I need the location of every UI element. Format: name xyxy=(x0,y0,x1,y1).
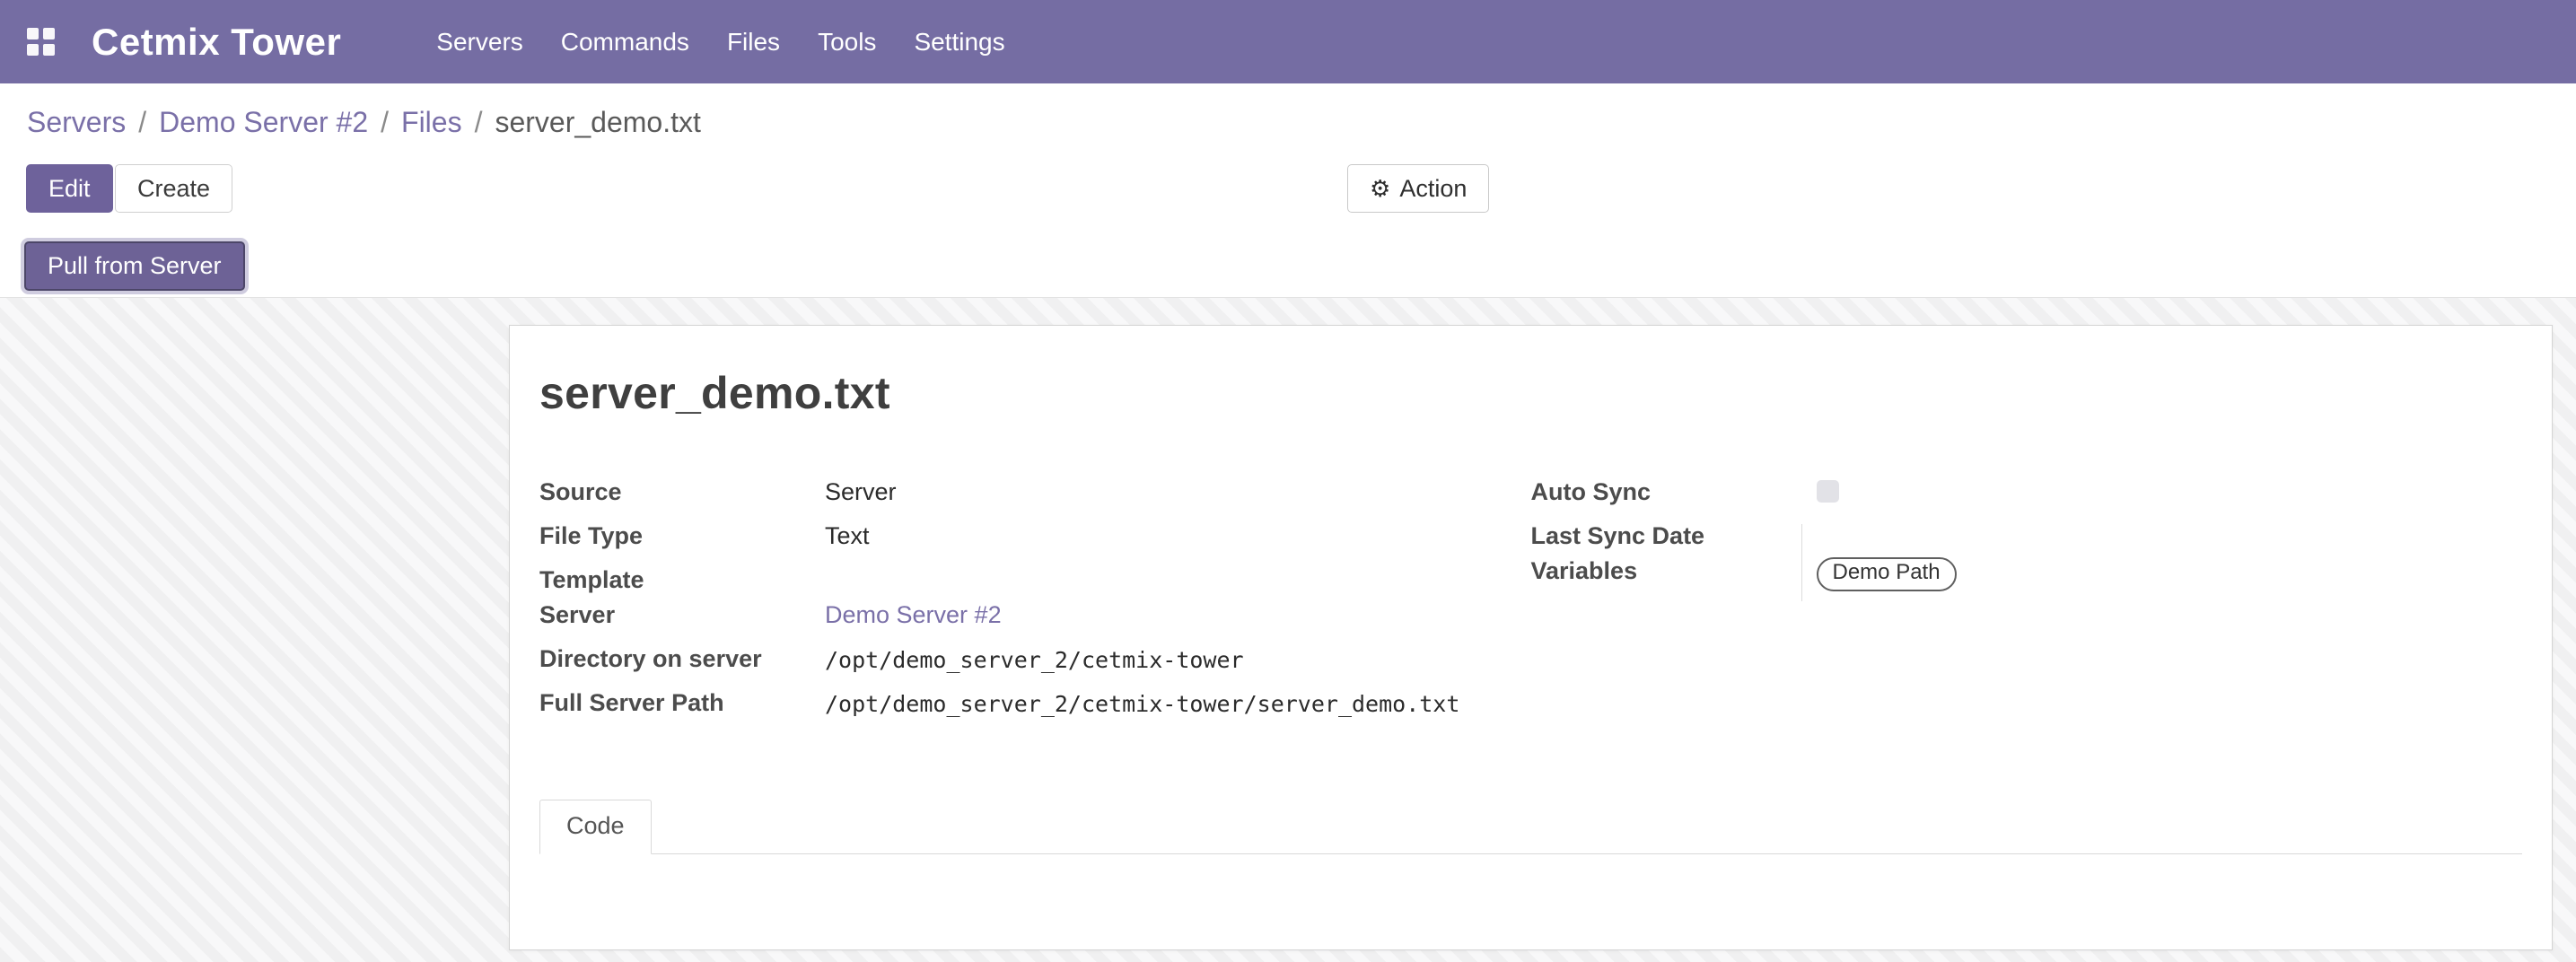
apps-grid-square xyxy=(43,44,55,56)
apps-grid-icon[interactable] xyxy=(27,28,56,57)
tab-code[interactable]: Code xyxy=(539,800,652,854)
field-row-full-path: Full Server Path /opt/demo_server_2/cetm… xyxy=(539,689,1531,733)
field-row-file-type: File Type Text xyxy=(539,522,1531,566)
edit-button[interactable]: Edit xyxy=(26,164,113,213)
field-label-source: Source xyxy=(539,478,825,506)
breadcrumb-demo-server-2[interactable]: Demo Server #2 xyxy=(159,106,368,139)
apps-grid-square xyxy=(27,28,39,39)
field-row-variables: Variables Demo Path xyxy=(1531,557,2523,601)
field-row-directory: Directory on server /opt/demo_server_2/c… xyxy=(539,645,1531,689)
create-button[interactable]: Create xyxy=(115,164,232,213)
field-label-template: Template xyxy=(539,566,825,594)
form-content-area: server_demo.txt Source Server File Type … xyxy=(0,297,2576,962)
main-menu: Servers Commands Files Tools Settings xyxy=(417,0,1023,83)
field-value-full-path: /opt/demo_server_2/cetmix-tower/server_d… xyxy=(825,689,1459,717)
top-navbar: Cetmix Tower Servers Commands Files Tool… xyxy=(0,0,2576,83)
variable-tag-demo-path: Demo Path xyxy=(1817,557,1957,591)
field-label-file-type: File Type xyxy=(539,522,825,550)
field-row-last-sync-date: Last Sync Date xyxy=(1531,522,2523,557)
apps-grid-square xyxy=(43,28,55,39)
field-column-divider xyxy=(1801,524,1802,601)
breadcrumb: Servers / Demo Server #2 / Files / serve… xyxy=(27,106,701,139)
menu-item-servers[interactable]: Servers xyxy=(417,0,541,83)
apps-grid-square xyxy=(27,44,39,56)
action-button-label: Action xyxy=(1399,175,1467,203)
app-brand-title[interactable]: Cetmix Tower xyxy=(92,21,341,64)
pull-from-server-button[interactable]: Pull from Server xyxy=(24,241,245,291)
auto-sync-checkbox[interactable] xyxy=(1817,480,1839,503)
breadcrumb-separator: / xyxy=(138,106,146,139)
menu-item-files[interactable]: Files xyxy=(708,0,799,83)
record-sheet: server_demo.txt Source Server File Type … xyxy=(509,325,2553,950)
field-row-template: Template xyxy=(539,566,1531,601)
menu-item-settings[interactable]: Settings xyxy=(895,0,1023,83)
field-label-last-sync-date: Last Sync Date xyxy=(1531,522,1817,550)
breadcrumb-current-file: server_demo.txt xyxy=(495,106,700,139)
field-value-source: Server xyxy=(825,478,897,506)
menu-item-commands[interactable]: Commands xyxy=(542,0,708,83)
variables-tag-list: Demo Path xyxy=(1817,557,1957,591)
gear-icon: ⚙ xyxy=(1370,177,1390,200)
field-groups: Source Server File Type Text Template Se… xyxy=(539,478,2522,733)
server-record-link[interactable]: Demo Server #2 xyxy=(825,601,1002,629)
field-row-server: Server Demo Server #2 xyxy=(539,601,1531,645)
tab-code-content xyxy=(539,854,2522,950)
breadcrumb-servers[interactable]: Servers xyxy=(27,106,126,139)
field-label-variables: Variables xyxy=(1531,557,1817,585)
field-value-directory: /opt/demo_server_2/cetmix-tower xyxy=(825,645,1244,673)
breadcrumb-separator: / xyxy=(381,106,389,139)
page: Cetmix Tower Servers Commands Files Tool… xyxy=(0,0,2576,962)
right-field-group: Auto Sync Last Sync Date Variables Demo … xyxy=(1531,478,2523,733)
breadcrumb-separator: / xyxy=(475,106,483,139)
menu-item-tools[interactable]: Tools xyxy=(799,0,895,83)
action-button[interactable]: ⚙ Action xyxy=(1347,164,1489,213)
notebook-tabs: Code xyxy=(539,800,2522,854)
breadcrumb-files[interactable]: Files xyxy=(401,106,462,139)
field-label-auto-sync: Auto Sync xyxy=(1531,478,1817,506)
field-label-directory: Directory on server xyxy=(539,645,825,673)
field-label-full-path: Full Server Path xyxy=(539,689,825,717)
field-row-auto-sync: Auto Sync xyxy=(1531,478,2523,522)
left-field-group: Source Server File Type Text Template Se… xyxy=(539,478,1531,733)
field-value-file-type: Text xyxy=(825,522,870,550)
record-title: server_demo.txt xyxy=(539,367,2522,419)
field-row-source: Source Server xyxy=(539,478,1531,522)
field-label-server: Server xyxy=(539,601,825,629)
